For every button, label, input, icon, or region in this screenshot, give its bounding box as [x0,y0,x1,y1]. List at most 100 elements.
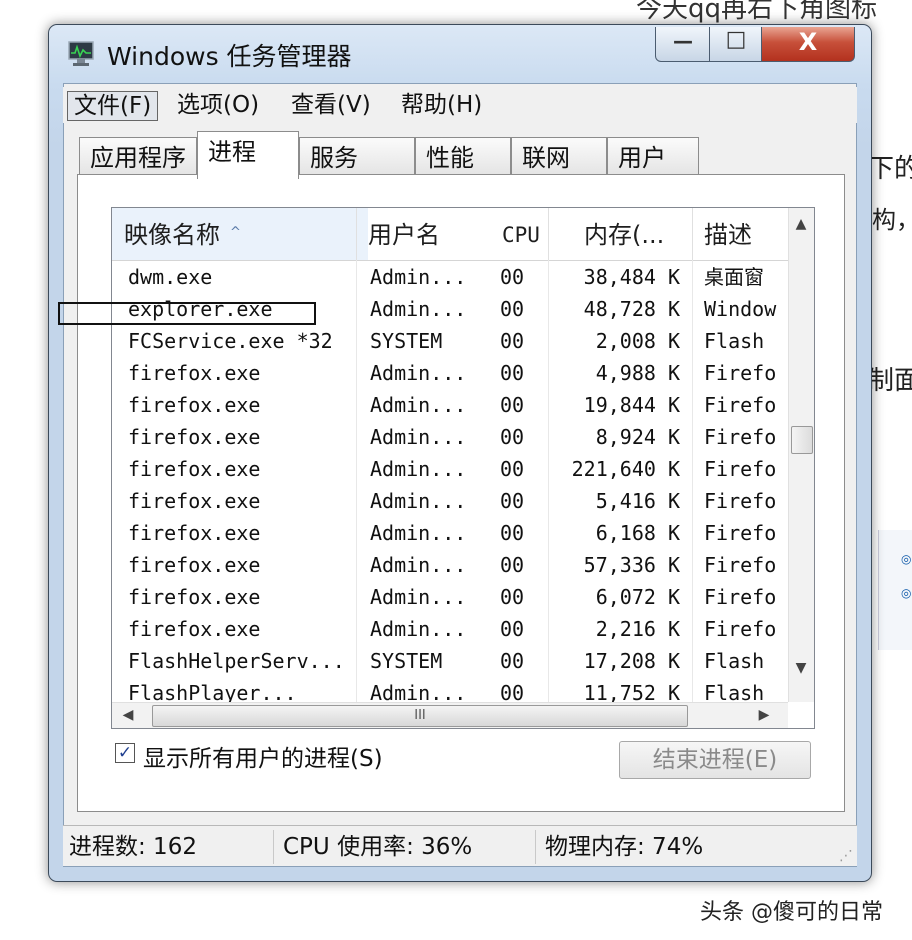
window-title: Windows 任务管理器 [107,42,352,71]
process-row[interactable]: firefox.exe Admin... 00 19,844 K Firefo [112,389,788,421]
process-memory: 57,336 K [583,553,680,577]
process-row[interactable]: dwm.exe Admin... 00 38,484 K 桌面窗 [112,261,788,293]
process-row[interactable]: firefox.exe Admin... 00 2,216 K Firefo [112,613,788,645]
checkmark-icon: ✓ [117,743,133,763]
minimize-button[interactable]: — [655,27,711,62]
task-manager-window: Windows 任务管理器 — □ X 文件(F) 选项(O) 查看(V) 帮助… [48,24,872,882]
process-image-name: firefox.exe [128,361,261,385]
process-cpu: 00 [500,489,525,513]
process-user-name: Admin... [370,297,467,321]
status-separator [273,830,274,864]
horizontal-scrollbar[interactable]: ◀ III ▶ [112,702,788,728]
process-user-name: Admin... [370,265,467,289]
process-memory: 5,416 K [595,489,680,513]
process-row[interactable]: firefox.exe Admin... 00 221,640 K Firefo [112,453,788,485]
process-image-name: firefox.exe [128,585,261,609]
tab-performance[interactable]: 性能 [415,137,511,175]
process-row[interactable]: firefox.exe Admin... 00 57,336 K Firefo [112,549,788,581]
show-all-users-label[interactable]: 显示所有用户的进程(S) [143,739,383,773]
resize-grip-icon[interactable]: ⋰ [839,848,853,864]
status-bar: 进程数: 162 CPU 使用率: 36% 物理内存: 74% ⋰ [63,825,857,866]
status-memory-usage: 物理内存: 74% [545,834,704,860]
process-description: Firefo [704,521,777,545]
scroll-down-icon[interactable]: ▼ [789,660,813,676]
process-description: Flash [704,329,765,353]
maximize-button[interactable]: □ [709,27,763,62]
process-image-name: FlashHelperServ... [128,649,345,673]
process-row[interactable]: firefox.exe Admin... 00 5,416 K Firefo [112,485,788,517]
process-description: Firefo [704,425,777,449]
process-row[interactable]: firefox.exe Admin... 00 4,988 K Firefo [112,357,788,389]
process-memory: 2,008 K [595,329,680,353]
process-user-name: Admin... [370,425,467,449]
process-row[interactable]: firefox.exe Admin... 00 6,168 K Firefo [112,517,788,549]
show-all-users-checkbox[interactable]: ✓ [115,743,135,763]
menu-view[interactable]: 查看(V) [285,91,377,119]
minimize-icon: — [673,29,693,53]
horizontal-scroll-thumb[interactable]: III [152,705,688,727]
process-cpu: 00 [500,361,525,385]
process-memory: 19,844 K [583,393,680,417]
process-description: Flash [704,649,765,673]
column-separator[interactable] [356,208,357,260]
process-cpu: 00 [500,649,525,673]
menu-options[interactable]: 选项(O) [171,91,265,119]
process-description: Firefo [704,393,777,417]
process-description: Firefo [704,553,777,577]
process-row[interactable]: firefox.exe Admin... 00 8,924 K Firefo [112,421,788,453]
process-user-name: Admin... [370,617,467,641]
process-cpu: 00 [500,553,525,577]
process-row[interactable]: firefox.exe Admin... 00 6,072 K Firefo [112,581,788,613]
status-cpu-usage: CPU 使用率: 36% [283,834,473,860]
vertical-scroll-thumb[interactable] [791,426,813,454]
process-cpu: 00 [500,393,525,417]
tab-applications[interactable]: 应用程序 [79,137,197,175]
process-image-name: firefox.exe [128,393,261,417]
scroll-left-icon[interactable]: ◀ [116,707,140,723]
menu-file[interactable]: 文件(F) [67,91,159,121]
status-separator [535,830,536,864]
process-cpu: 00 [500,585,525,609]
process-list[interactable]: 映像名称 ^ 用户名 CPU 内存(... 描述 dwm.exe Admin...… [111,207,815,729]
column-separator[interactable] [548,208,549,260]
column-description[interactable]: 描述 [704,208,784,260]
menu-help[interactable]: 帮助(H) [395,91,488,119]
process-image-name: firefox.exe [128,553,261,577]
tab-processes[interactable]: 进程 [197,131,299,179]
background-side-panel: ◎ ◎ [878,530,912,650]
process-row[interactable]: FlashHelperServ... SYSTEM 00 17,208 K Flash [112,645,788,677]
end-process-button[interactable]: 结束进程(E) [619,741,811,779]
process-row[interactable]: FCService.exe *32 SYSTEM 00 2,008 K Flash [112,325,788,357]
process-memory: 48,728 K [583,297,680,321]
column-image-name[interactable]: 映像名称 ^ [112,208,368,260]
process-description: Firefo [704,457,777,481]
menu-bar: 文件(F) 选项(O) 查看(V) 帮助(H) [63,87,857,123]
column-user-name[interactable]: 用户名 [368,208,488,260]
process-cpu: 00 [500,265,525,289]
watermark-text: 头条 @傻可的日常 [700,900,883,925]
background-article-heading: 今天qq再右下角图标 [636,0,878,24]
tab-users[interactable]: 用户 [607,137,699,175]
tab-networking[interactable]: 联网 [511,137,607,175]
process-user-name: Admin... [370,553,467,577]
process-description: 桌面窗 [704,265,764,289]
process-description: Window [704,297,777,321]
column-separator[interactable] [692,208,693,260]
background-text-fragment: 下的 [868,154,912,184]
process-user-name: SYSTEM [370,649,443,673]
process-user-name: Admin... [370,457,467,481]
process-description: Firefo [704,489,777,513]
scroll-right-icon[interactable]: ▶ [752,707,776,723]
highlight-annotation-box [58,302,316,325]
process-image-name: dwm.exe [128,265,213,289]
scroll-up-icon[interactable]: ▲ [789,216,813,232]
column-memory[interactable]: 内存(... [584,208,688,260]
process-user-name: Admin... [370,393,467,417]
close-button[interactable]: X [761,27,855,62]
process-memory: 6,072 K [595,585,680,609]
task-manager-monitor-icon [68,41,94,66]
column-cpu[interactable]: CPU [502,208,552,260]
process-cpu: 00 [500,617,525,641]
tab-services[interactable]: 服务 [299,137,415,175]
vertical-scrollbar[interactable]: ▲ ▼ [788,208,814,702]
